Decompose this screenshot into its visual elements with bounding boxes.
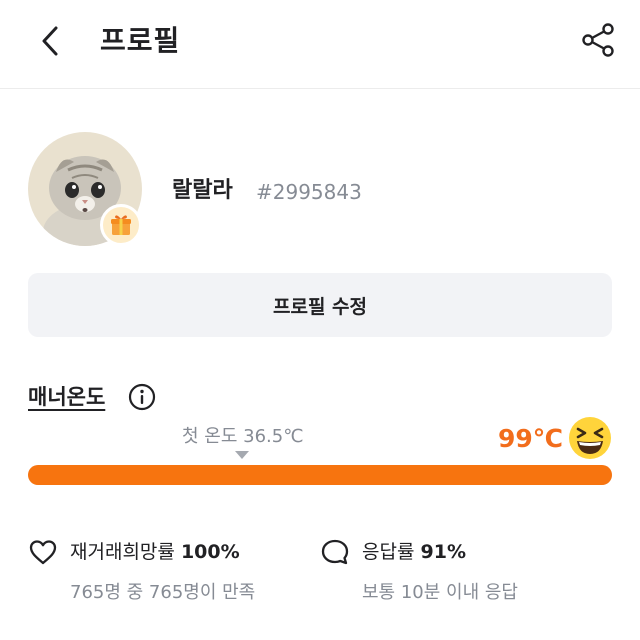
first-temperature-label: 첫 온도 36.5℃ xyxy=(182,426,304,447)
top-bar: 프로필 xyxy=(0,0,640,89)
edit-profile-button[interactable]: 프로필 수정 xyxy=(28,273,612,337)
gift-badge xyxy=(100,204,142,246)
chat-bubble-icon xyxy=(321,539,349,565)
back-button[interactable] xyxy=(36,22,66,60)
info-icon xyxy=(128,383,156,411)
response-rate-detail: 보통 10분 이내 응답 xyxy=(362,582,518,603)
temperature-bar xyxy=(28,465,612,485)
temperature-bar-fill xyxy=(28,465,612,485)
response-rate-label: 응답률 91% xyxy=(362,541,466,563)
share-icon xyxy=(582,23,614,57)
gift-icon xyxy=(111,215,131,235)
share-button[interactable] xyxy=(580,22,616,58)
manner-temperature-title[interactable]: 매너온도 xyxy=(28,380,105,414)
response-rate-value: 91% xyxy=(420,541,466,563)
avatar[interactable] xyxy=(28,132,142,246)
current-temperature: 99℃ xyxy=(498,424,564,453)
rebuy-rate-detail: 765명 중 765명이 만족 xyxy=(70,582,256,603)
page-title: 프로필 xyxy=(100,24,181,57)
chevron-left-icon xyxy=(42,26,58,56)
rebuy-rate-value: 100% xyxy=(180,541,240,563)
laughing-face-icon xyxy=(568,416,612,460)
first-temperature-marker xyxy=(235,451,249,459)
info-button[interactable] xyxy=(128,383,156,411)
nickname: 랄랄라 xyxy=(172,178,233,203)
user-id: #2995843 xyxy=(256,180,362,204)
heart-icon xyxy=(29,540,57,565)
rebuy-rate-label: 재거래희망률 100% xyxy=(70,541,240,563)
